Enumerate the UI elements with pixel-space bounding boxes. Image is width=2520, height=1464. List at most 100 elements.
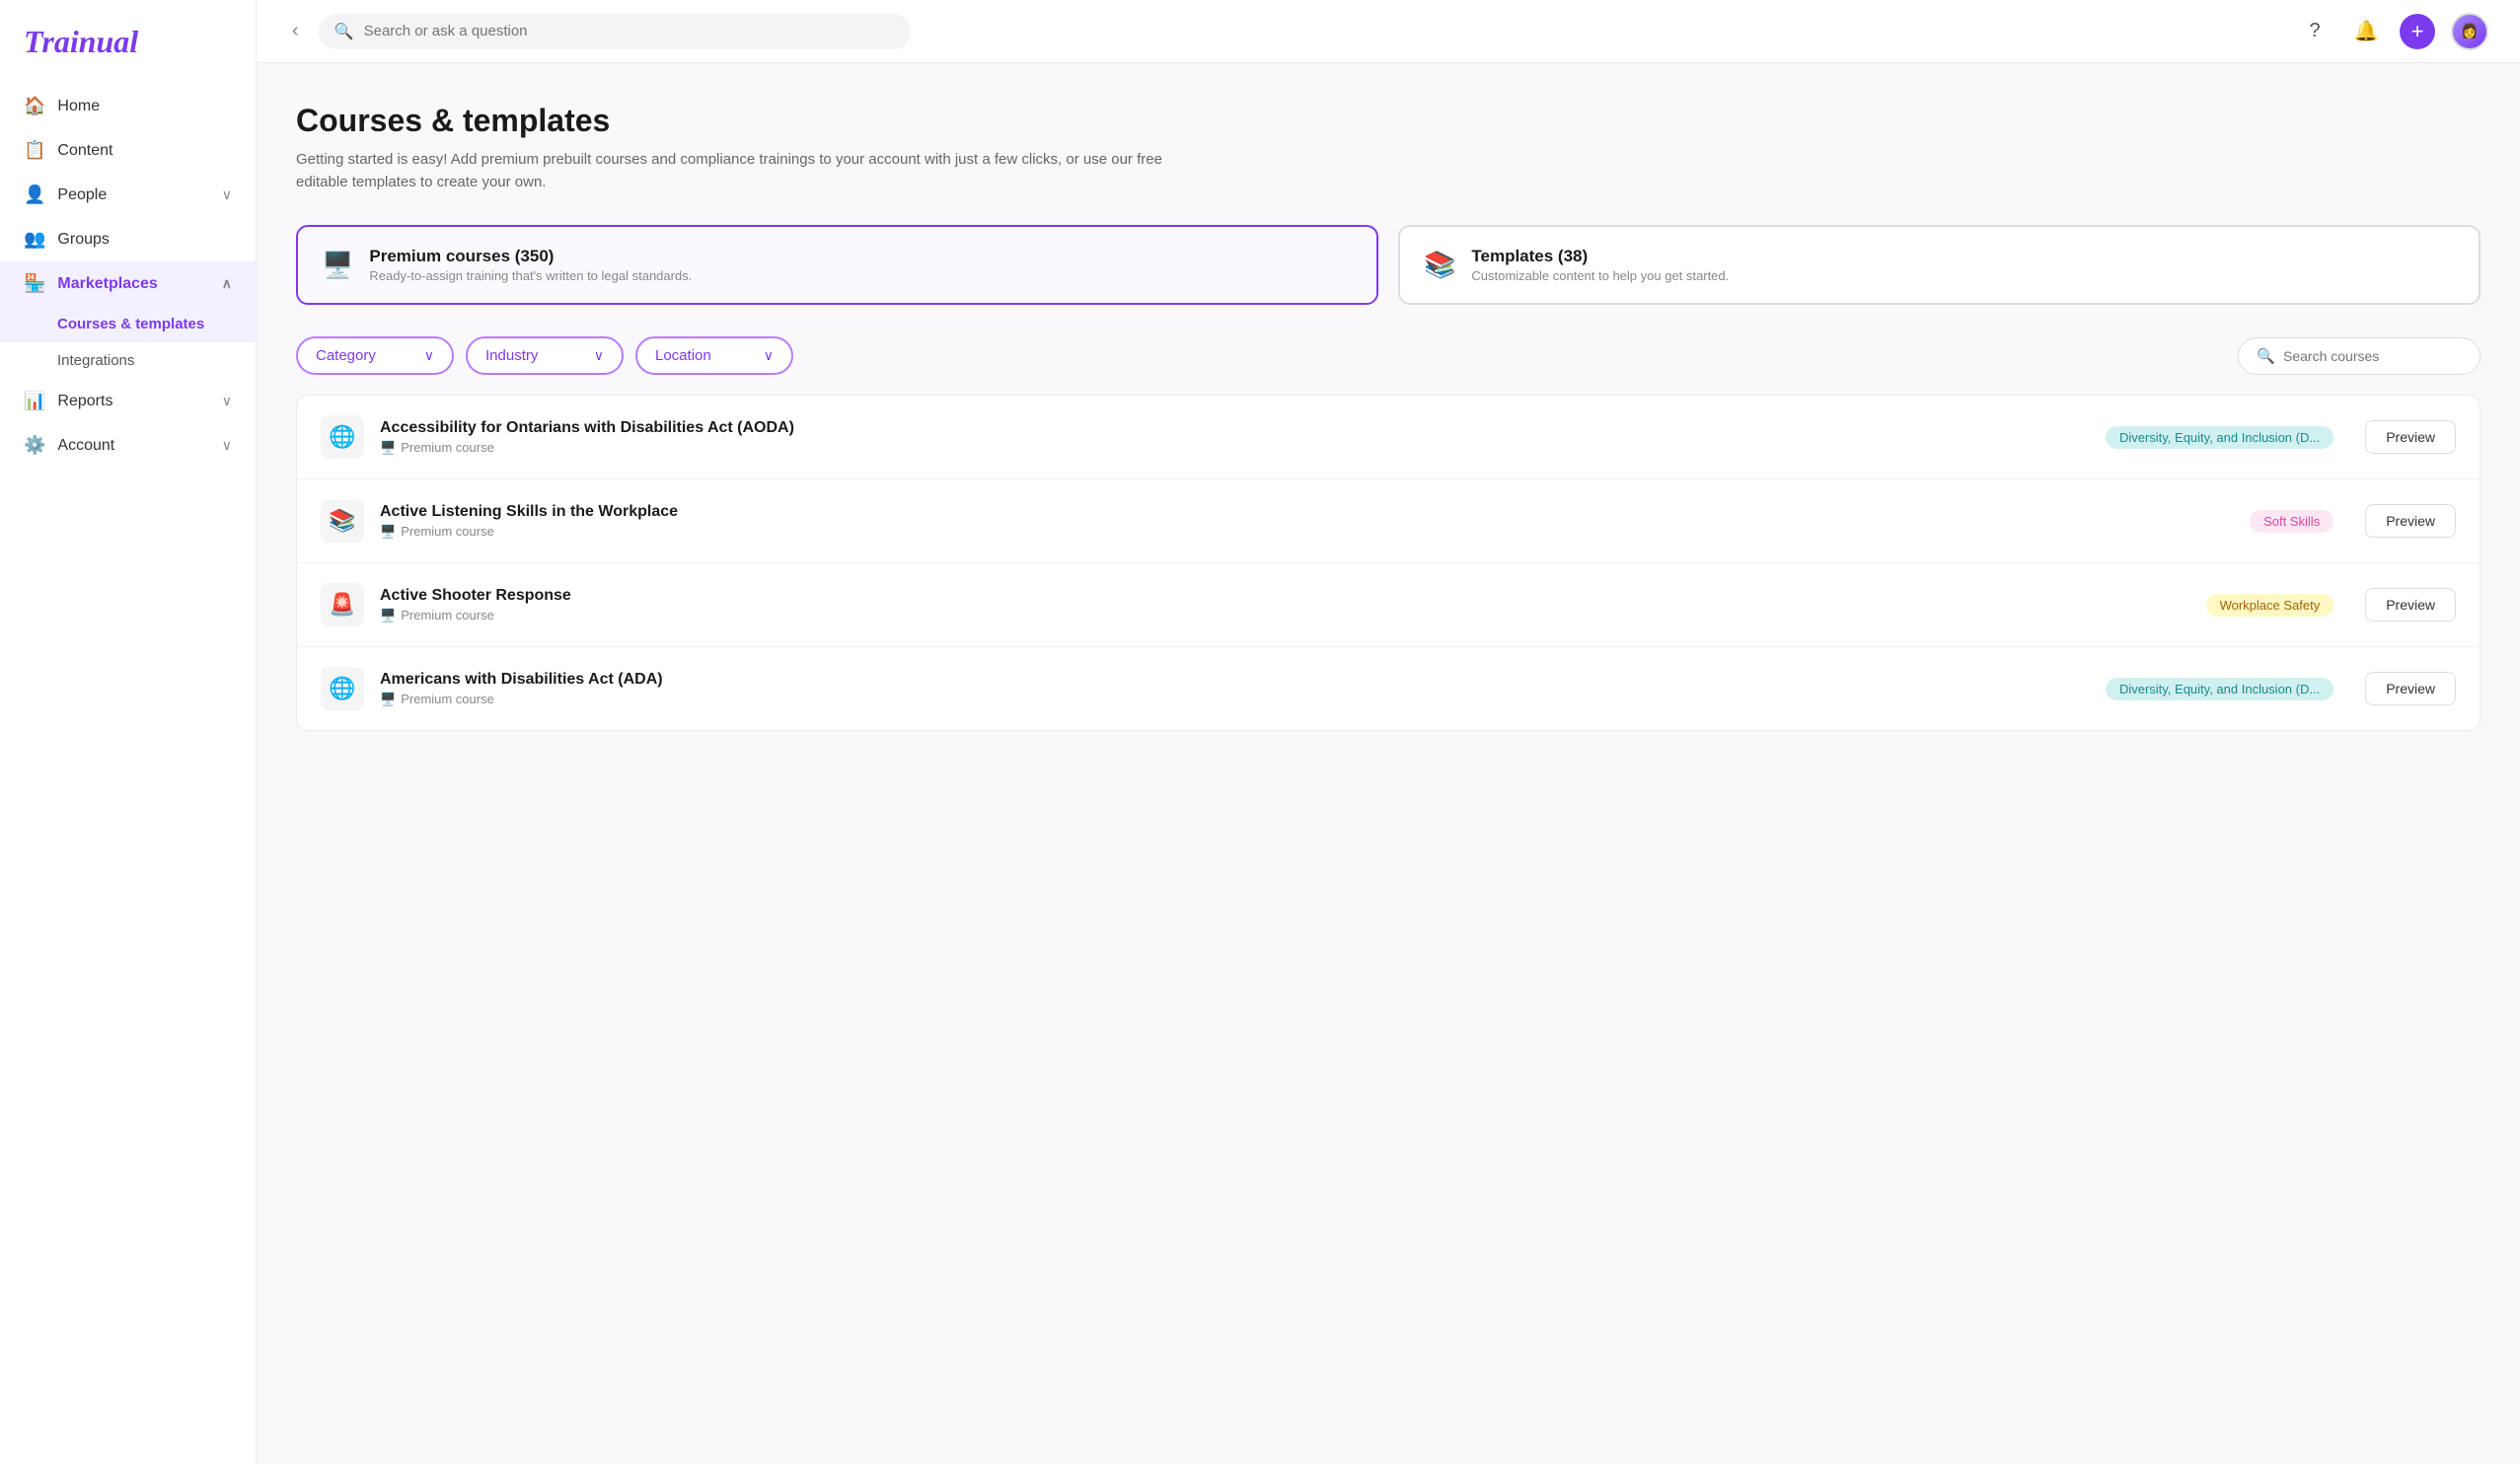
marketplaces-chevron-icon: ∧ [222,275,232,292]
tab-templates[interactable]: 📚 Templates (38) Customizable content to… [1398,225,2481,305]
course-type-icon-2: 🖥️ [380,524,396,540]
course-type-3: 🖥️ Premium course [380,608,2190,623]
course-type-4: 🖥️ Premium course [380,692,2090,707]
location-chevron-icon: ∨ [764,347,774,364]
sidebar-item-account-label: Account [57,437,114,455]
course-emoji-3: 🚨 [321,583,364,626]
location-filter-label: Location [655,347,711,364]
course-type-1: 🖥️ Premium course [380,440,2090,456]
course-emoji-4: 🌐 [321,667,364,710]
course-badge-2: Soft Skills [2250,510,2334,533]
groups-icon: 👥 [24,229,45,250]
logo-area: Trainual [0,0,256,76]
course-badge-3: Workplace Safety [2206,594,2335,617]
course-type-icon-4: 🖥️ [380,692,396,707]
course-info-4: Americans with Disabilities Act (ADA) 🖥️… [380,671,2090,707]
reports-chevron-icon: ∨ [222,393,232,409]
sidebar: Trainual 🏠 Home 📋 Content 👤 People ∨ 👥 G… [0,0,257,1464]
sidebar-item-content[interactable]: 📋 Content [0,128,256,173]
industry-filter[interactable]: Industry ∨ [466,336,624,375]
course-badge-4: Diversity, Equity, and Inclusion (D... [2106,678,2334,700]
preview-button-4[interactable]: Preview [2365,672,2456,705]
location-filter[interactable]: Location ∨ [635,336,793,375]
account-icon: ⚙️ [24,435,45,456]
search-courses-input[interactable] [2283,348,2462,364]
home-icon: 🏠 [24,96,45,116]
notifications-button[interactable]: 🔔 [2348,14,2384,49]
filters-row: Category ∨ Industry ∨ Location ∨ 🔍 [296,336,2481,375]
course-title-2: Active Listening Skills in the Workplace [380,503,2234,521]
course-title-1: Accessibility for Ontarians with Disabil… [380,419,2090,437]
sidebar-item-account[interactable]: ⚙️ Account ∨ [0,423,256,468]
table-row: 🌐 Accessibility for Ontarians with Disab… [297,396,2480,479]
course-list: 🌐 Accessibility for Ontarians with Disab… [296,395,2481,731]
courses-templates-label: Courses & templates [57,316,204,332]
app-logo: Trainual [24,24,232,60]
tab-premium-subtitle: Ready-to-assign training that's written … [369,268,692,283]
course-info-2: Active Listening Skills in the Workplace… [380,503,2234,540]
sidebar-item-home-label: Home [57,98,100,115]
course-emoji-1: 🌐 [321,415,364,459]
help-button[interactable]: ? [2297,14,2333,49]
course-type-2: 🖥️ Premium course [380,524,2234,540]
search-courses-container: 🔍 [2238,337,2481,375]
course-info-1: Accessibility for Ontarians with Disabil… [380,419,2090,456]
tab-premium-info: Premium courses (350) Ready-to-assign tr… [369,247,692,283]
integrations-label: Integrations [57,352,134,369]
tab-templates-info: Templates (38) Customizable content to h… [1471,247,1729,283]
marketplaces-icon: 🏪 [24,273,45,294]
course-title-3: Active Shooter Response [380,587,2190,605]
sidebar-item-groups[interactable]: 👥 Groups [0,217,256,261]
preview-button-2[interactable]: Preview [2365,504,2456,538]
topbar-actions: ? 🔔 + 👩 [2297,13,2488,50]
sidebar-item-reports-label: Reports [57,393,112,410]
avatar[interactable]: 👩 [2451,13,2488,50]
sidebar-item-people-label: People [57,186,107,204]
content-icon: 📋 [24,140,45,161]
account-chevron-icon: ∨ [222,437,232,454]
course-type-icon-3: 🖥️ [380,608,396,623]
sidebar-item-content-label: Content [57,142,112,160]
sidebar-item-marketplaces-label: Marketplaces [57,275,157,293]
premium-courses-icon: 🖥️ [322,250,353,280]
course-emoji-2: 📚 [321,499,364,543]
tab-premium-courses[interactable]: 🖥️ Premium courses (350) Ready-to-assign… [296,225,1378,305]
global-search-input[interactable] [364,23,895,39]
main-area: ‹ 🔍 ? 🔔 + 👩 Courses & templates Getting … [257,0,2520,1464]
sidebar-item-people[interactable]: 👤 People ∨ [0,173,256,217]
sidebar-item-reports[interactable]: 📊 Reports ∨ [0,379,256,423]
sidebar-item-home[interactable]: 🏠 Home [0,84,256,128]
preview-button-3[interactable]: Preview [2365,588,2456,622]
people-chevron-icon: ∨ [222,186,232,203]
preview-button-1[interactable]: Preview [2365,420,2456,454]
sidebar-item-groups-label: Groups [57,231,109,249]
sidebar-item-courses-templates[interactable]: Courses & templates [0,306,256,342]
tab-templates-title: Templates (38) [1471,247,1729,266]
course-badge-1: Diversity, Equity, and Inclusion (D... [2106,426,2334,449]
tab-premium-title: Premium courses (350) [369,247,692,266]
course-type-icon-1: 🖥️ [380,440,396,456]
avatar-initials: 👩 [2461,23,2478,39]
global-search-bar: 🔍 [319,14,911,49]
category-filter[interactable]: Category ∨ [296,336,454,375]
industry-filter-label: Industry [485,347,538,364]
sidebar-item-marketplaces[interactable]: 🏪 Marketplaces ∧ [0,261,256,306]
page-title: Courses & templates [296,103,2481,139]
course-title-4: Americans with Disabilities Act (ADA) [380,671,2090,689]
tab-templates-subtitle: Customizable content to help you get sta… [1471,268,1729,283]
sidebar-item-integrations[interactable]: Integrations [0,342,256,379]
industry-chevron-icon: ∨ [594,347,604,364]
category-filter-label: Category [316,347,376,364]
search-icon: 🔍 [334,22,354,41]
sidebar-nav: 🏠 Home 📋 Content 👤 People ∨ 👥 Groups 🏪 M… [0,76,256,476]
topbar: ‹ 🔍 ? 🔔 + 👩 [257,0,2520,63]
reports-icon: 📊 [24,391,45,411]
page-subtitle: Getting started is easy! Add premium pre… [296,149,1184,193]
add-button[interactable]: + [2400,14,2435,49]
collapse-sidebar-button[interactable]: ‹ [288,16,303,46]
content-area: Courses & templates Getting started is e… [257,63,2520,1464]
table-row: 🌐 Americans with Disabilities Act (ADA) … [297,647,2480,730]
table-row: 🚨 Active Shooter Response 🖥️ Premium cou… [297,563,2480,647]
category-chevron-icon: ∨ [424,347,434,364]
people-icon: 👤 [24,184,45,205]
